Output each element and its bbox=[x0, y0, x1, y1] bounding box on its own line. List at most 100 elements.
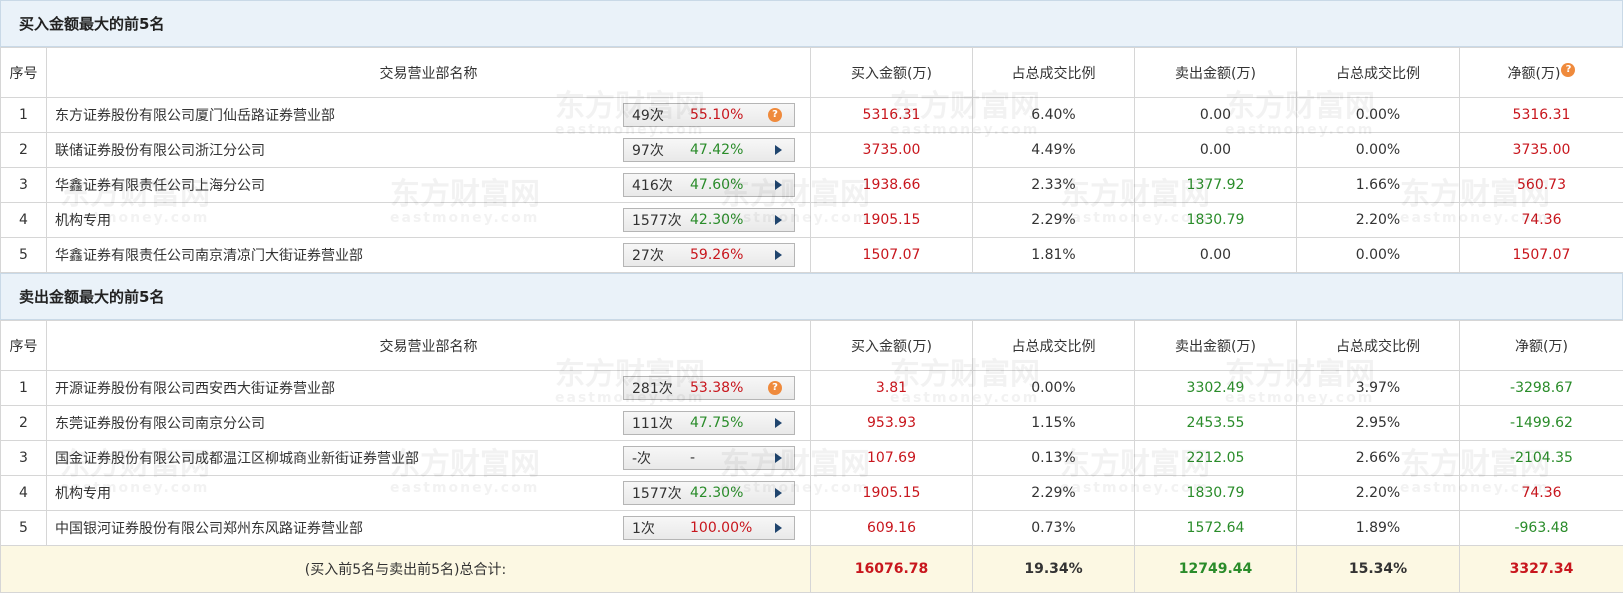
buy-amount: 107.69 bbox=[810, 440, 973, 476]
sell-amount: 1377.92 bbox=[1134, 167, 1297, 203]
row-index: 4 bbox=[0, 475, 47, 511]
win-rate: 47.42% bbox=[690, 142, 744, 158]
trade-count: 281次 bbox=[632, 381, 673, 397]
arrow-right-icon[interactable] bbox=[775, 453, 782, 463]
column-header-buy-amount: 买入金额(万) bbox=[810, 47, 973, 98]
row-index: 1 bbox=[0, 97, 47, 133]
buy-amount: 3.81 bbox=[810, 370, 973, 406]
sell-ratio: 0.00% bbox=[1296, 237, 1460, 273]
win-rate: 59.26% bbox=[690, 247, 744, 263]
branch-name-link[interactable]: 中国银河证券股份有限公司郑州东风路证券营业部 bbox=[55, 518, 363, 538]
history-stats-button[interactable]: 1577次 42.30% bbox=[623, 481, 795, 505]
total-sell-amount: 12749.44 bbox=[1134, 545, 1297, 593]
arrow-right-icon[interactable] bbox=[775, 488, 782, 498]
trade-count: -次 bbox=[632, 451, 652, 467]
branch-name-link[interactable]: 国金证券股份有限公司成都温江区柳城商业新街证券营业部 bbox=[55, 448, 419, 468]
trade-count: 111次 bbox=[632, 416, 673, 432]
history-stats-button[interactable]: 97次 47.42% bbox=[623, 138, 795, 162]
buy-ratio: 1.15% bbox=[972, 405, 1135, 441]
question-icon[interactable]: ? bbox=[768, 108, 782, 122]
net-amount: -963.48 bbox=[1459, 510, 1623, 546]
buy-ratio: 2.29% bbox=[972, 202, 1135, 238]
history-stats-button[interactable]: 49次 55.10%? bbox=[623, 103, 795, 127]
sell-amount: 1572.64 bbox=[1134, 510, 1297, 546]
table-row: 5 中国银河证券股份有限公司郑州东风路证券营业部 1次 100.00% 609.16 0.… bbox=[0, 510, 1623, 546]
history-stats-button[interactable]: 281次 53.38%? bbox=[623, 376, 795, 400]
net-amount: 560.73 bbox=[1459, 167, 1623, 203]
history-stats-button[interactable]: 27次 59.26% bbox=[623, 243, 795, 267]
history-stats-button[interactable]: 111次 47.75% bbox=[623, 411, 795, 435]
sell-amount: 0.00 bbox=[1134, 97, 1297, 133]
sell-ratio: 2.20% bbox=[1296, 475, 1460, 511]
help-icon[interactable]: ? bbox=[1561, 62, 1576, 77]
sell-ratio: 3.97% bbox=[1296, 370, 1460, 406]
buy-ratio: 1.81% bbox=[972, 237, 1135, 273]
branch-name-link[interactable]: 机构专用 bbox=[55, 483, 111, 503]
trade-count: 49次 bbox=[632, 108, 664, 124]
table-row: 5 华鑫证券有限责任公司南京清凉门大街证券营业部 27次 59.26% 1507.07 1… bbox=[0, 237, 1623, 273]
trade-count: 97次 bbox=[632, 143, 664, 159]
net-amount: -3298.67 bbox=[1459, 370, 1623, 406]
column-header-buy-ratio: 占总成交比例 bbox=[972, 47, 1135, 98]
column-header-branch-name: 交易营业部名称 bbox=[46, 47, 811, 98]
column-header-sell-ratio: 占总成交比例 bbox=[1296, 47, 1460, 98]
dragon-tiger-board: 东方财富网eastmoney.com 东方财富网eastmoney.com 东方… bbox=[0, 0, 1623, 595]
sell-ratio: 0.00% bbox=[1296, 97, 1460, 133]
row-index: 1 bbox=[0, 370, 47, 406]
arrow-right-icon[interactable] bbox=[775, 145, 782, 155]
sell-amount: 1830.79 bbox=[1134, 475, 1297, 511]
win-rate: 47.60% bbox=[690, 177, 744, 193]
total-row: (买入前5名与卖出前5名)总合计: 16076.78 19.34% 12749.… bbox=[0, 545, 1623, 593]
buy-ratio: 0.13% bbox=[972, 440, 1135, 476]
arrow-right-icon[interactable] bbox=[775, 215, 782, 225]
column-header-buy-amount: 买入金额(万) bbox=[810, 320, 973, 371]
branch-name-link[interactable]: 机构专用 bbox=[55, 210, 111, 230]
history-stats-button[interactable]: -次 - bbox=[623, 446, 795, 470]
branch-name-link[interactable]: 华鑫证券有限责任公司上海分公司 bbox=[55, 175, 265, 195]
net-amount: 74.36 bbox=[1459, 475, 1623, 511]
table-row: 2 联储证券股份有限公司浙江分公司 97次 47.42% 3735.00 4.49% 0.0… bbox=[0, 132, 1623, 168]
net-amount: 3735.00 bbox=[1459, 132, 1623, 168]
sell-ratio: 2.66% bbox=[1296, 440, 1460, 476]
buy-amount: 609.16 bbox=[810, 510, 973, 546]
buy-amount: 3735.00 bbox=[810, 132, 973, 168]
row-index: 2 bbox=[0, 132, 47, 168]
arrow-right-icon[interactable] bbox=[775, 180, 782, 190]
buy-amount: 1938.66 bbox=[810, 167, 973, 203]
buy-ratio: 2.33% bbox=[972, 167, 1135, 203]
table-row: 3 国金证券股份有限公司成都温江区柳城商业新街证券营业部 -次 - 107.69 0.13… bbox=[0, 440, 1623, 476]
sell-ratio: 2.95% bbox=[1296, 405, 1460, 441]
history-stats-button[interactable]: 1577次 42.30% bbox=[623, 208, 795, 232]
branch-name-link[interactable]: 东方证券股份有限公司厦门仙岳路证券营业部 bbox=[55, 105, 335, 125]
table-row: 4 机构专用 1577次 42.30% 1905.15 2.29% 1830.79 2.20%… bbox=[0, 202, 1623, 238]
history-stats-button[interactable]: 416次 47.60% bbox=[623, 173, 795, 197]
buy-ratio: 6.40% bbox=[972, 97, 1135, 133]
arrow-right-icon[interactable] bbox=[775, 418, 782, 428]
table-row: 1 开源证券股份有限公司西安西大街证券营业部 281次 53.38%? 3.81 0.00… bbox=[0, 370, 1623, 406]
win-rate: 42.30% bbox=[690, 212, 744, 228]
win-rate: 47.75% bbox=[690, 415, 744, 431]
question-icon[interactable]: ? bbox=[768, 381, 782, 395]
arrow-right-icon[interactable] bbox=[775, 523, 782, 533]
net-amount: 1507.07 bbox=[1459, 237, 1623, 273]
branch-name-link[interactable]: 东莞证券股份有限公司南京分公司 bbox=[55, 413, 265, 433]
column-header-index: 序号 bbox=[0, 320, 47, 371]
row-index: 2 bbox=[0, 405, 47, 441]
branch-name-link[interactable]: 华鑫证券有限责任公司南京清凉门大街证券营业部 bbox=[55, 245, 363, 265]
total-buy-amount: 16076.78 bbox=[810, 545, 973, 593]
branch-name-link[interactable]: 开源证券股份有限公司西安西大街证券营业部 bbox=[55, 378, 335, 398]
sell-amount: 0.00 bbox=[1134, 237, 1297, 273]
buy-amount: 1905.15 bbox=[810, 202, 973, 238]
table-row: 2 东莞证券股份有限公司南京分公司 111次 47.75% 953.93 1.15% 245… bbox=[0, 405, 1623, 441]
branch-name-link[interactable]: 联储证券股份有限公司浙江分公司 bbox=[55, 140, 265, 160]
trade-count: 27次 bbox=[632, 248, 664, 264]
win-rate: 55.10% bbox=[690, 107, 744, 123]
buy-section-title: 买入金额最大的前5名 bbox=[0, 0, 1623, 47]
table-row: 3 华鑫证券有限责任公司上海分公司 416次 47.60% 1938.66 2.33% 13… bbox=[0, 167, 1623, 203]
arrow-right-icon[interactable] bbox=[775, 250, 782, 260]
buy-amount: 1905.15 bbox=[810, 475, 973, 511]
win-rate: 42.30% bbox=[690, 485, 744, 501]
win-rate: 100.00% bbox=[690, 520, 753, 536]
history-stats-button[interactable]: 1次 100.00% bbox=[623, 516, 795, 540]
net-amount: -2104.35 bbox=[1459, 440, 1623, 476]
